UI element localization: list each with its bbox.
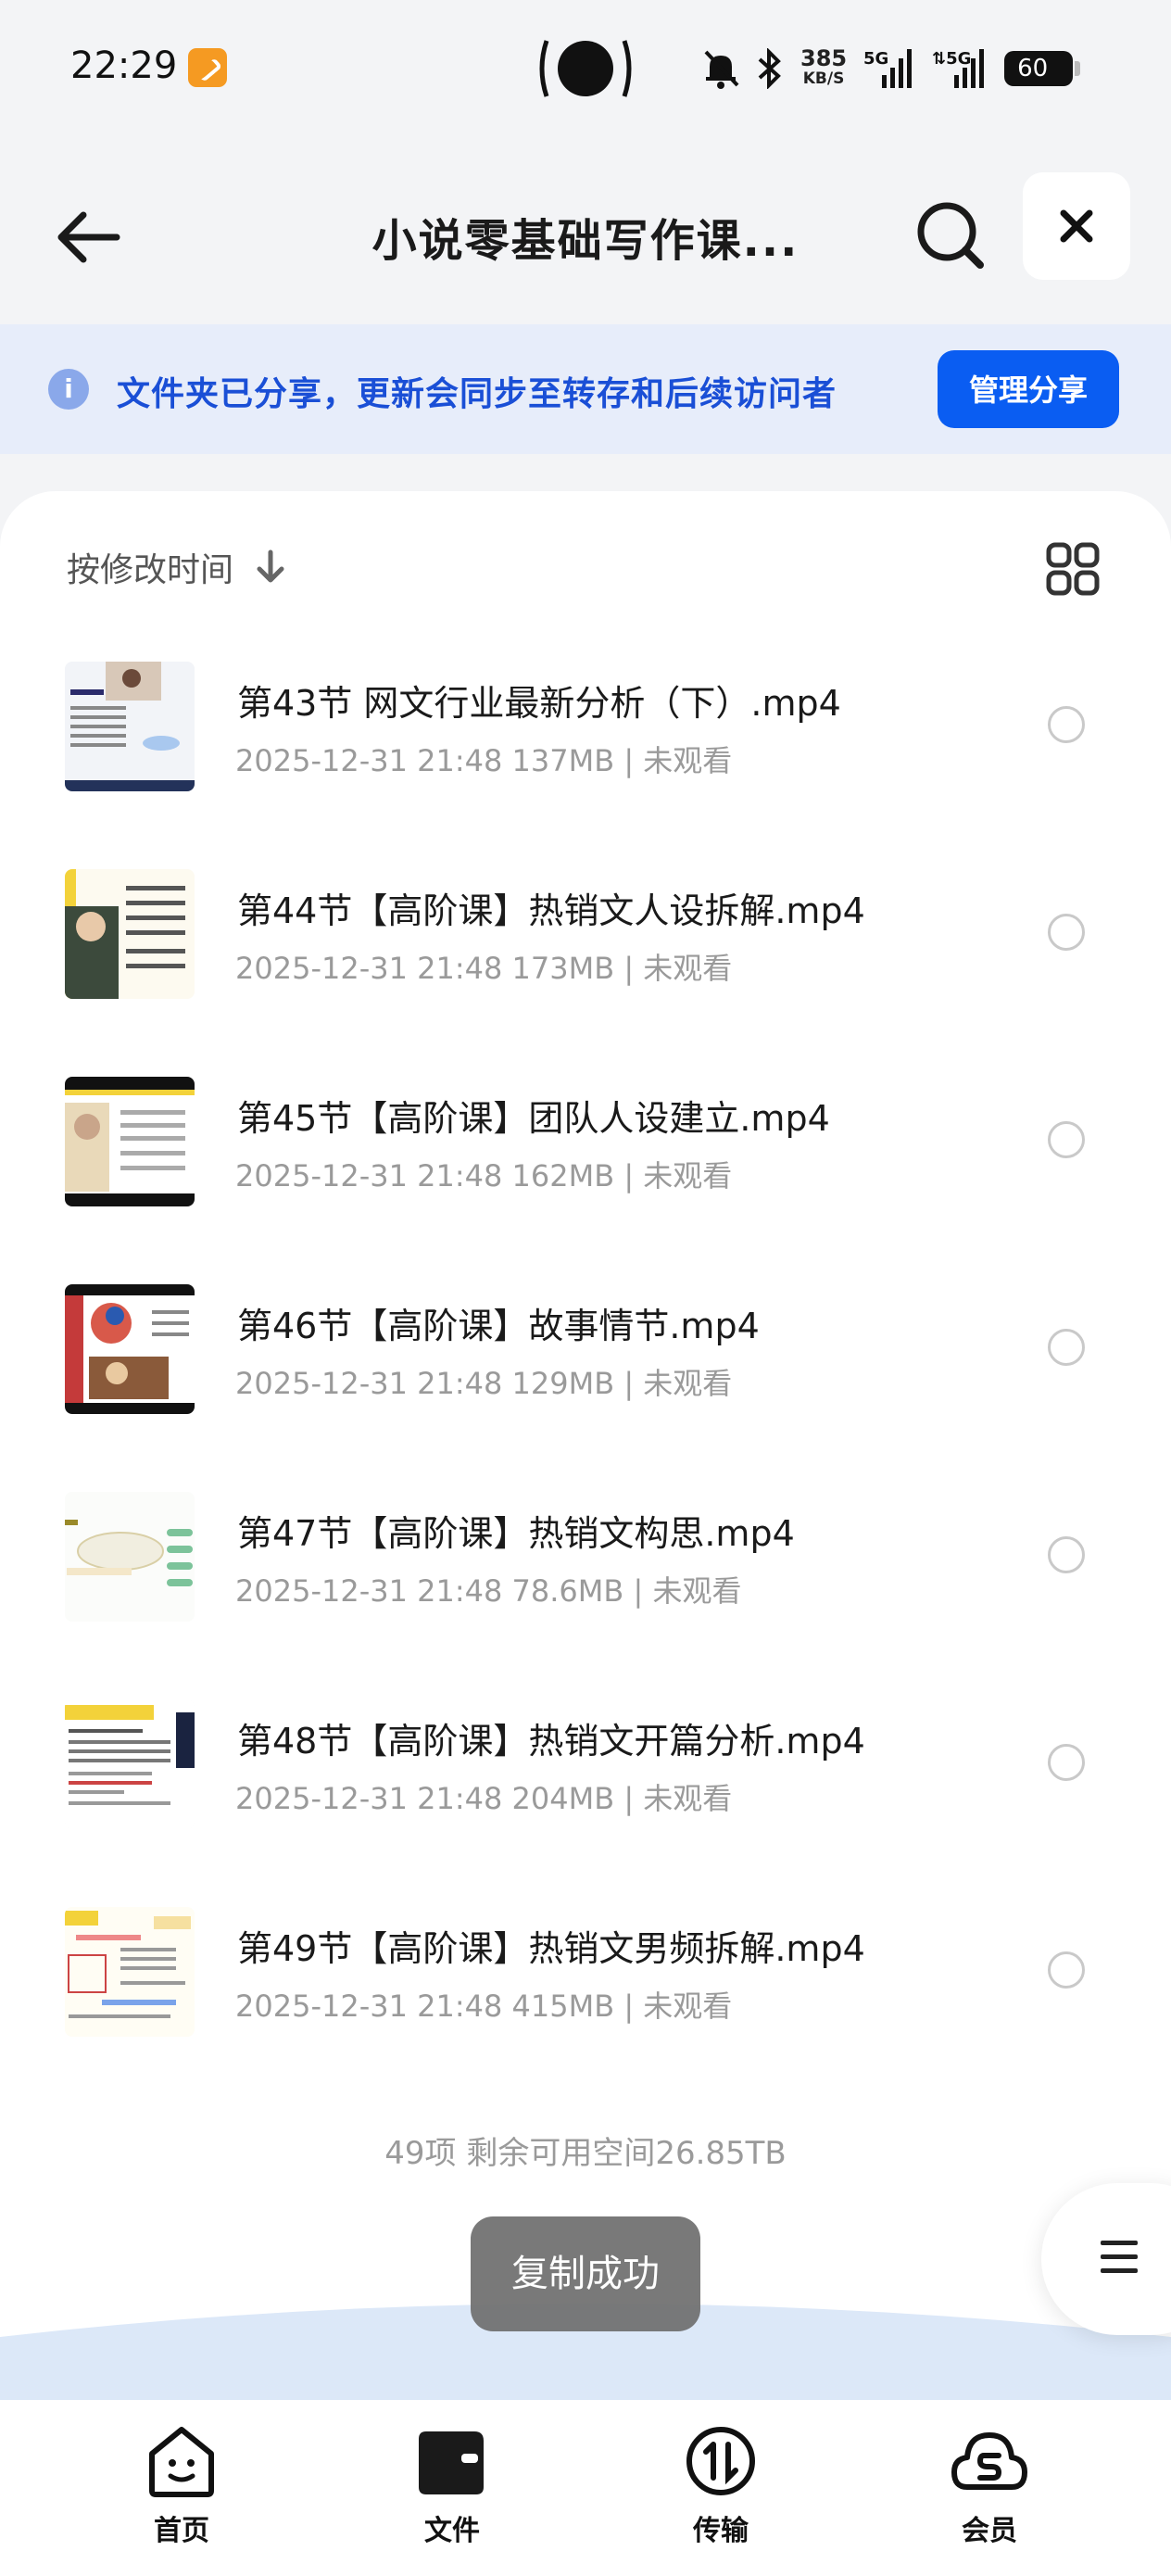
search-icon[interactable] (912, 196, 989, 274)
sort-label: 按修改时间 (67, 551, 234, 589)
share-banner: i 文件夹已分享，更新会同步至转存和后续访问者 管理分享 (0, 324, 1171, 454)
status-time: 22:29 (70, 44, 178, 87)
share-banner-text: 文件夹已分享，更新会同步至转存和后续访问者 (117, 375, 837, 413)
tab-vip[interactable]: 会员 (925, 2422, 1054, 2548)
video-thumbnail (65, 869, 195, 999)
info-icon: i (48, 369, 89, 410)
vip-cloud-icon (951, 2432, 1027, 2490)
select-checkbox[interactable] (1048, 1121, 1085, 1158)
file-meta: 2025-12-31 21:48 204MB | 未观看 (235, 1781, 733, 1816)
video-thumbnail (65, 1077, 195, 1206)
video-thumbnail (65, 1284, 195, 1414)
file-row[interactable]: 第45节【高阶课】团队人设建立.mp4 2025-12-31 21:48 162… (0, 1064, 1171, 1271)
file-meta: 2025-12-31 21:48 415MB | 未观看 (235, 1989, 733, 2024)
mute-bell-icon (704, 50, 739, 89)
status-icons: 385 KB/S 5G ⇅5G 60 (702, 43, 1081, 95)
manage-share-button[interactable]: 管理分享 (938, 350, 1119, 428)
tab-files[interactable]: 文件 (387, 2422, 517, 2548)
battery-indicator: 60 (1004, 51, 1081, 86)
file-name: 第47节【高阶课】热销文构思.mp4 (237, 1513, 795, 1554)
file-name: 第44节【高阶课】热销文人设拆解.mp4 (237, 890, 865, 931)
select-checkbox[interactable] (1048, 1536, 1085, 1573)
menu-icon (1101, 2241, 1138, 2273)
toast-message: 复制成功 (471, 2216, 700, 2331)
file-count-summary: 49项 剩余可用空间26.85TB (384, 2135, 787, 2172)
folder-icon (419, 2431, 484, 2494)
sort-control[interactable]: 按修改时间 (67, 543, 287, 591)
tab-label: 首页 (154, 2515, 209, 2547)
file-meta: 2025-12-31 21:48 129MB | 未观看 (235, 1366, 733, 1401)
video-thumbnail (65, 662, 195, 791)
select-checkbox[interactable] (1048, 706, 1085, 743)
bluetooth-icon (758, 48, 781, 89)
file-row[interactable]: 第48节【高阶课】热销文开篇分析.mp4 2025-12-31 21:48 20… (0, 1686, 1171, 1894)
file-name: 第43节 网文行业最新分析（下）.mp4 (237, 683, 841, 724)
select-checkbox[interactable] (1048, 1744, 1085, 1781)
close-button[interactable] (1023, 172, 1130, 280)
file-row[interactable]: 第49节【高阶课】热销文男频拆解.mp4 2025-12-31 21:48 41… (0, 1894, 1171, 2102)
page-title: 小说零基础写作课... (371, 215, 800, 267)
network-speed: 385 KB/S (800, 45, 848, 89)
file-name: 第45节【高阶课】团队人设建立.mp4 (237, 1098, 830, 1139)
tab-transfer[interactable]: 传输 (656, 2422, 786, 2548)
signal-5g-icon: 5G (863, 49, 913, 88)
tab-label: 传输 (693, 2515, 749, 2547)
tab-label: 会员 (962, 2515, 1017, 2547)
top-navigation: 小说零基础写作课... (0, 167, 1171, 306)
file-row[interactable]: 第43节 网文行业最新分析（下）.mp4 2025-12-31 21:48 13… (0, 649, 1171, 856)
file-name: 第46节【高阶课】故事情节.mp4 (237, 1306, 760, 1346)
network-speed-value: 385 (800, 45, 848, 71)
status-bar: 22:29 385 KB/S 5G ⇅5G 60 (0, 0, 1171, 139)
select-checkbox[interactable] (1048, 1951, 1085, 1989)
file-meta: 2025-12-31 21:48 173MB | 未观看 (235, 951, 733, 986)
close-icon (1060, 209, 1093, 243)
file-list: 第43节 网文行业最新分析（下）.mp4 2025-12-31 21:48 13… (0, 649, 1171, 2102)
file-list-panel: 按修改时间 第43节 网文行业最新分析（下）.mp4 2025-12-31 21… (0, 491, 1171, 2400)
arrow-down-icon (257, 549, 284, 583)
network-speed-unit: KB/S (802, 69, 845, 88)
file-name: 第48节【高阶课】热销文开篇分析.mp4 (237, 1721, 865, 1762)
signal-5g-2-icon: ⇅5G (932, 49, 985, 88)
home-smile-icon (149, 2427, 214, 2497)
grid-view-icon[interactable] (1045, 541, 1101, 597)
transfer-icon (686, 2427, 755, 2495)
select-checkbox[interactable] (1048, 914, 1085, 951)
file-name: 第49节【高阶课】热销文男频拆解.mp4 (237, 1928, 865, 1969)
file-row[interactable]: 第44节【高阶课】热销文人设拆解.mp4 2025-12-31 21:48 17… (0, 856, 1171, 1064)
svg-text:⇅5G: ⇅5G (932, 49, 971, 69)
video-thumbnail (65, 1492, 195, 1622)
tab-home[interactable]: 首页 (117, 2422, 246, 2548)
file-row[interactable]: 第46节【高阶课】故事情节.mp4 2025-12-31 21:48 129MB… (0, 1271, 1171, 1479)
front-camera-icon (539, 40, 632, 97)
app-notification-icon (188, 48, 227, 87)
file-meta: 2025-12-31 21:48 137MB | 未观看 (235, 743, 733, 778)
battery-level: 60 (1017, 55, 1049, 82)
select-checkbox[interactable] (1048, 1329, 1085, 1366)
file-meta: 2025-12-31 21:48 78.6MB | 未观看 (235, 1573, 742, 1609)
file-row[interactable]: 第47节【高阶课】热销文构思.mp4 2025-12-31 21:48 78.6… (0, 1479, 1171, 1686)
video-thumbnail (65, 1907, 195, 2037)
bottom-tab-bar: 首页 文件 传输 会员 (0, 2400, 1171, 2576)
file-meta: 2025-12-31 21:48 162MB | 未观看 (235, 1158, 733, 1193)
svg-text:5G: 5G (863, 49, 888, 69)
tab-label: 文件 (424, 2515, 480, 2547)
video-thumbnail (65, 1699, 195, 1829)
